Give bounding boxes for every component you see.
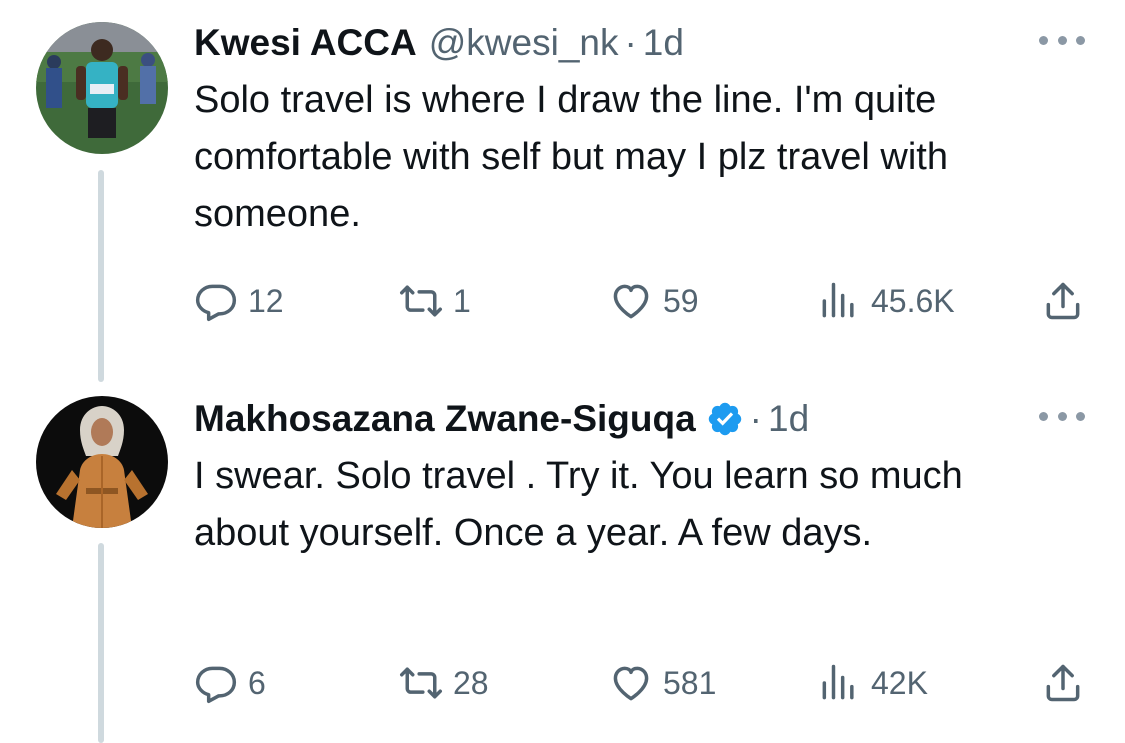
retweet-icon <box>400 667 442 699</box>
thread-line <box>98 170 104 382</box>
views-icon <box>822 282 854 318</box>
retweet-count: 1 <box>453 282 471 319</box>
retweet-button[interactable]: 28 <box>399 658 489 708</box>
like-count: 59 <box>663 282 699 319</box>
retweet-count: 28 <box>453 664 489 701</box>
tweet-content: Kwesi ACCA @kwesi_nk · 1d Solo travel is… <box>194 18 1085 322</box>
tweet-text: Solo travel is where I draw the line. I'… <box>194 79 948 235</box>
tweet-header: Makhosazana Zwane-Siguqa · 1d <box>194 394 1085 444</box>
like-icon <box>613 666 649 701</box>
tweet-header: Kwesi ACCA @kwesi_nk · 1d <box>194 18 1085 68</box>
like-icon <box>613 284 649 319</box>
separator-dot: · <box>624 22 637 63</box>
retweet-icon <box>400 285 442 317</box>
tweet-text: I swear. Solo travel . Try it. You learn… <box>194 455 963 554</box>
like-button[interactable]: 59 <box>609 276 699 326</box>
avatar[interactable] <box>36 396 168 528</box>
reply-icon <box>195 284 237 322</box>
reply-icon <box>195 666 237 704</box>
reply-button[interactable]: 6 <box>194 658 266 708</box>
share-button[interactable] <box>1041 658 1085 708</box>
view-count: 42K <box>871 664 928 701</box>
reply-count: 6 <box>248 664 266 701</box>
timestamp[interactable]: 1d <box>643 22 684 64</box>
tweet[interactable]: Kwesi ACCA @kwesi_nk · 1d Solo travel is… <box>0 0 1125 382</box>
like-count: 581 <box>663 664 717 701</box>
like-button[interactable]: 581 <box>609 658 716 708</box>
views-button[interactable]: 45.6K <box>817 276 955 326</box>
more-icon[interactable] <box>1039 30 1085 50</box>
share-icon <box>1046 664 1080 702</box>
more-icon[interactable] <box>1039 406 1085 426</box>
avatar[interactable] <box>36 22 168 154</box>
tweet[interactable]: Makhosazana Zwane-Siguqa · 1d I swear. S… <box>0 380 1125 743</box>
author-handle[interactable]: @kwesi_nk <box>429 22 619 64</box>
verified-badge-icon <box>706 400 744 438</box>
retweet-button[interactable]: 1 <box>399 276 471 326</box>
author-name[interactable]: Makhosazana Zwane-Siguqa <box>194 398 696 440</box>
tweet-actions: 6 28 581 42K <box>194 658 1085 708</box>
author-name[interactable]: Kwesi ACCA <box>194 22 417 64</box>
reply-button[interactable]: 12 <box>194 276 284 326</box>
reply-count: 12 <box>248 282 284 319</box>
timestamp[interactable]: 1d <box>768 398 809 440</box>
separator-dot: · <box>749 398 762 439</box>
runner-photo-avatar <box>36 22 168 154</box>
tweet-content: Makhosazana Zwane-Siguqa · 1d I swear. S… <box>194 394 1085 704</box>
tweet-actions: 12 1 59 45.6K <box>194 276 1085 326</box>
share-icon <box>1046 282 1080 320</box>
share-button[interactable] <box>1041 276 1085 326</box>
views-button[interactable]: 42K <box>817 658 928 708</box>
view-count: 45.6K <box>871 282 955 319</box>
views-icon <box>822 664 854 700</box>
thread-line <box>98 543 104 743</box>
woman-portrait-avatar <box>36 396 168 528</box>
